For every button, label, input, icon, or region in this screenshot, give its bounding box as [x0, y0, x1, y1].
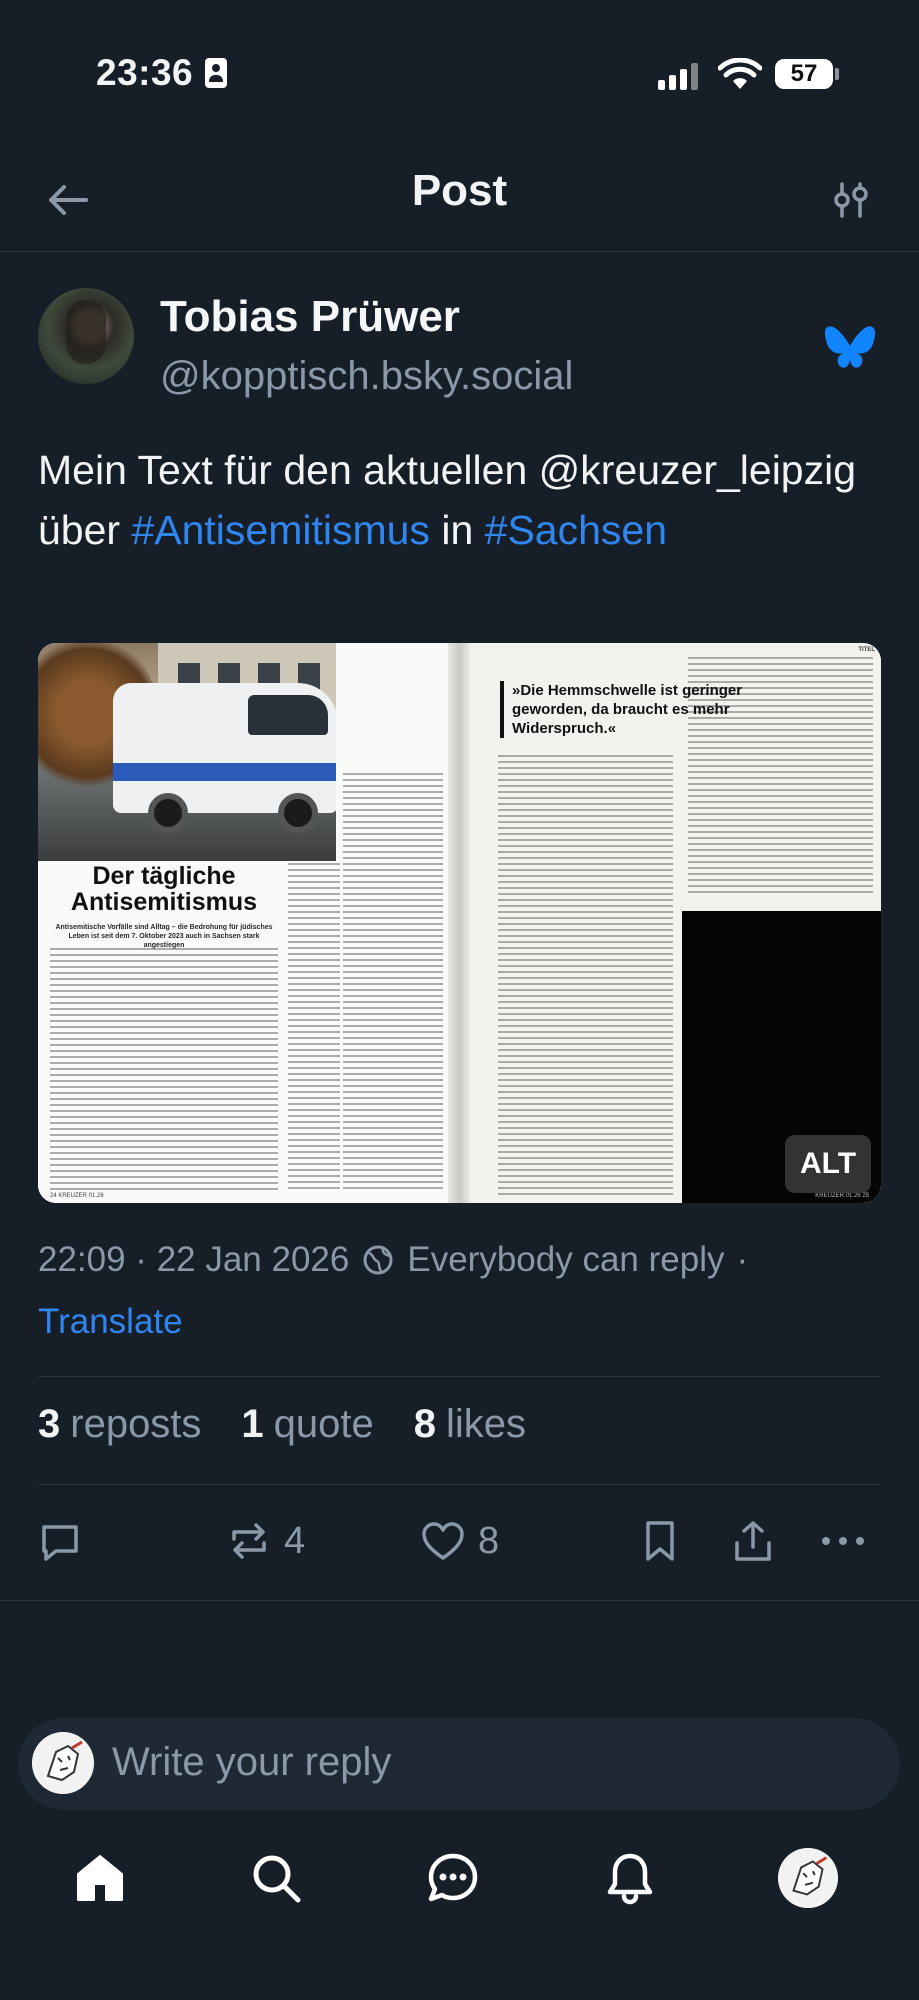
author-display-name[interactable]: Tobias Prüwer — [160, 292, 460, 342]
post-image[interactable]: Der tägliche Antisemitismus Antisemitisc… — [38, 643, 881, 1203]
reply-button[interactable] — [38, 1513, 82, 1569]
page-footer-right: KREUZER 01.26 25 — [815, 1193, 869, 1199]
tab-profile[interactable] — [776, 1846, 840, 1910]
likes-stat[interactable]: 8 likes — [414, 1402, 526, 1447]
status-bar: 23:36 57 — [0, 0, 919, 150]
post-timestamp: 22:09 · 22 Jan 2026 — [38, 1240, 350, 1279]
divider — [38, 1376, 881, 1377]
status-time: 23:36 — [96, 52, 228, 94]
sliders-icon — [834, 182, 868, 218]
tab-search[interactable] — [244, 1846, 308, 1910]
chat-icon — [428, 1853, 478, 1902]
article-pull-quote: »Die Hemmschwelle ist geringer geworden,… — [500, 681, 800, 738]
section-divider — [0, 1600, 919, 1601]
reposts-stat[interactable]: 3 reposts — [38, 1402, 201, 1447]
home-icon — [77, 1855, 123, 1901]
author-handle[interactable]: @kopptisch.bsky.social — [160, 354, 573, 399]
id-card-icon — [205, 58, 228, 88]
alt-text-badge[interactable]: ALT — [785, 1135, 871, 1193]
magazine-spine — [448, 643, 470, 1203]
clock-text: 23:36 — [96, 52, 194, 93]
article-subhead: Antisemitische Vorfälle sind Alltag – di… — [55, 924, 273, 949]
butterfly-icon — [825, 326, 875, 368]
like-button[interactable]: 8 — [420, 1513, 499, 1569]
translate-link[interactable]: Translate — [38, 1302, 183, 1342]
magazine-left-page: Der tägliche Antisemitismus Antisemitisc… — [38, 643, 459, 1203]
section-tag: TITEL — [858, 647, 875, 653]
cellular-signal-icon — [658, 62, 698, 90]
battery-tip — [835, 68, 839, 80]
post-stats: 3 reposts 1 quote 8 likes — [38, 1402, 526, 1447]
repost-button[interactable]: 4 — [226, 1513, 305, 1569]
comment-icon — [42, 1525, 78, 1561]
post-meta: 22:09 · 22 Jan 2026 Everybody can reply … — [38, 1240, 898, 1280]
thread-settings-button[interactable] — [823, 172, 879, 228]
post-text: Mein Text für den aktuellen @kreuzer_lei… — [38, 440, 883, 560]
share-button[interactable] — [732, 1513, 774, 1569]
bookmark-button[interactable] — [642, 1513, 678, 1569]
post-text-segment: in — [429, 507, 485, 553]
profile-avatar — [778, 1848, 838, 1908]
post-author: Tobias Prüwer @kopptisch.bsky.social — [38, 288, 883, 398]
heart-icon — [422, 1522, 464, 1560]
author-avatar[interactable] — [38, 288, 134, 384]
hashtag-link-sachsen[interactable]: #Sachsen — [485, 507, 667, 553]
hashtag-link-antisemitismus[interactable]: #Antisemitismus — [131, 507, 429, 553]
article-headline: Der tägliche Antisemitismus — [70, 862, 258, 916]
wifi-icon — [718, 58, 762, 89]
bookmark-icon — [646, 1521, 674, 1561]
reply-composer[interactable]: Write your reply — [18, 1718, 900, 1810]
page-footer-left: 24 KREUZER 01.26 — [50, 1193, 104, 1199]
battery-indicator: 57 — [775, 59, 833, 89]
meta-separator: · — [736, 1240, 749, 1279]
more-icon — [822, 1537, 864, 1545]
post-header: Post — [0, 150, 919, 252]
tab-notifications[interactable] — [598, 1846, 662, 1910]
quotes-stat[interactable]: 1 quote — [241, 1402, 373, 1447]
repost-count: 4 — [284, 1519, 306, 1562]
globe-icon — [363, 1245, 393, 1275]
search-icon — [253, 1855, 301, 1903]
page-title: Post — [411, 166, 508, 215]
police-van-photo — [38, 643, 336, 861]
more-options-button[interactable] — [820, 1513, 866, 1569]
bottom-tab-bar — [0, 1830, 919, 1930]
reply-setting[interactable]: Everybody can reply — [407, 1240, 724, 1280]
divider — [38, 1484, 881, 1485]
repost-icon — [232, 1523, 266, 1559]
post-actions: 4 8 — [38, 1513, 881, 1569]
user-avatar — [32, 1732, 94, 1794]
bell-icon — [607, 1853, 653, 1905]
share-icon — [735, 1521, 771, 1561]
like-count: 8 — [478, 1519, 500, 1562]
tab-chat[interactable] — [421, 1846, 485, 1910]
reply-placeholder: Write your reply — [112, 1740, 392, 1784]
tab-home[interactable] — [68, 1846, 132, 1910]
